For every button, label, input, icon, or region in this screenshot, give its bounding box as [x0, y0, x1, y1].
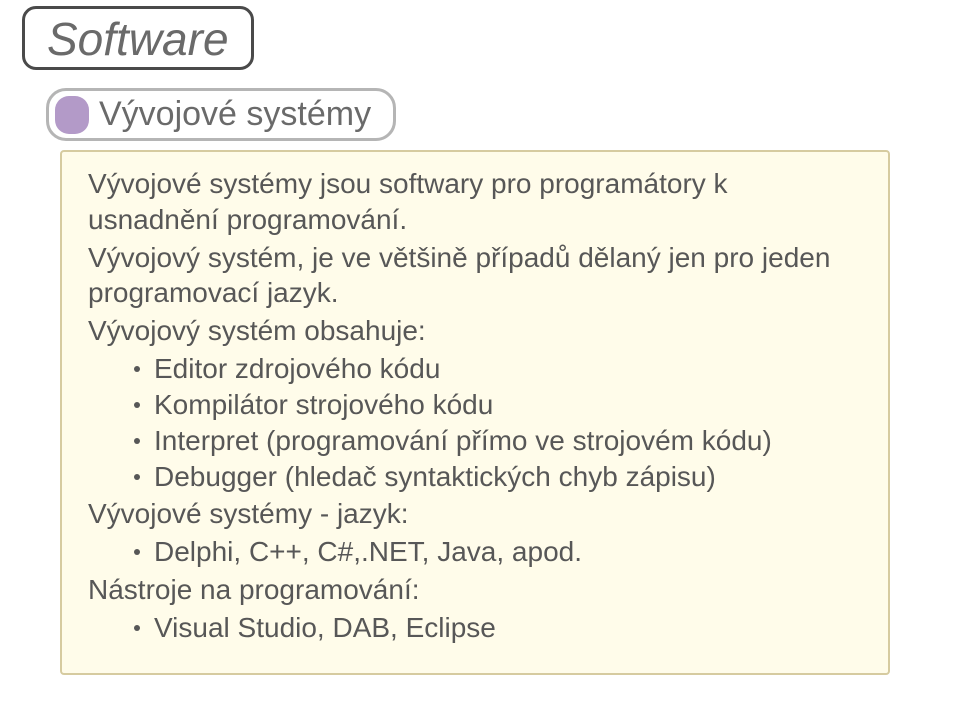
paragraph-5: Nástroje na programování:	[88, 572, 866, 608]
subtitle-text: Vývojové systémy	[99, 95, 387, 134]
paragraph-2: Vývojový systém, je ve většině případů d…	[88, 240, 866, 312]
bullet-item: Debugger (hledač syntaktických chyb zápi…	[134, 459, 866, 495]
title-tab-wrap: Software	[22, 6, 254, 87]
bullet-item: Kompilátor strojového kódu	[134, 387, 866, 423]
body-box: Vývojové systémy jsou softwary pro progr…	[60, 150, 890, 675]
bullet-dot-icon	[134, 366, 140, 372]
bullet-dot-icon	[134, 402, 140, 408]
bullet-text: Delphi, C++, C#,.NET, Java, apod.	[154, 534, 582, 570]
bullet-item: Visual Studio, DAB, Eclipse	[134, 610, 866, 646]
bullet-item: Interpret (programování přímo ve strojov…	[134, 423, 866, 459]
bullet-dot-icon	[134, 549, 140, 555]
subtitle-pill: Vývojové systémy	[46, 88, 396, 141]
paragraph-3: Vývojový systém obsahuje:	[88, 313, 866, 349]
bullet-dot-icon	[134, 438, 140, 444]
title-tab-stem-icon	[100, 67, 106, 87]
paragraph-4: Vývojové systémy - jazyk:	[88, 496, 866, 532]
bullet-text: Editor zdrojového kódu	[154, 351, 440, 387]
paragraph-1: Vývojové systémy jsou softwary pro progr…	[88, 166, 866, 238]
bullet-dot-icon	[134, 474, 140, 480]
bullet-dot-icon	[134, 625, 140, 631]
title-text: Software	[47, 13, 229, 65]
bullet-text: Visual Studio, DAB, Eclipse	[154, 610, 496, 646]
subtitle-accent-icon	[55, 96, 89, 134]
slide: Software Vývojové systémy Vývojové systé…	[0, 0, 960, 720]
bullet-text: Kompilátor strojového kódu	[154, 387, 493, 423]
bullet-item: Delphi, C++, C#,.NET, Java, apod.	[134, 534, 866, 570]
bullet-text: Debugger (hledač syntaktických chyb zápi…	[154, 459, 716, 495]
title-tab: Software	[22, 6, 254, 70]
bullet-text: Interpret (programování přímo ve strojov…	[154, 423, 772, 459]
bullet-item: Editor zdrojového kódu	[134, 351, 866, 387]
